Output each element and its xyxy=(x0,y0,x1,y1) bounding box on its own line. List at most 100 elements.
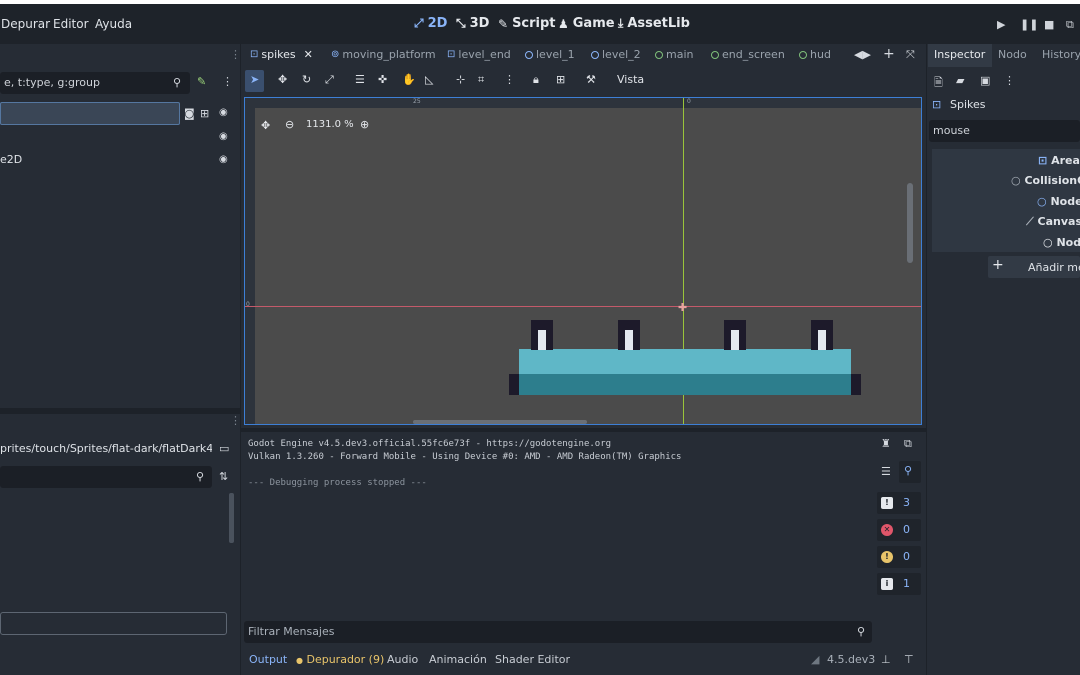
inspector-menu-icon[interactable]: ⋮ xyxy=(1004,74,1015,87)
node2d-icon: ○ xyxy=(1037,195,1047,208)
output-line: Godot Engine v4.5.dev3.official.55fc6e73… xyxy=(248,439,612,449)
zoom-level[interactable]: 1131.0 % xyxy=(306,119,354,130)
errors-counter[interactable]: ✕ 0 xyxy=(877,519,921,541)
zoom-in-icon[interactable]: ⊕ xyxy=(360,118,369,131)
menu-depurar[interactable]: Depurar xyxy=(1,17,50,31)
pause-icon[interactable]: ❚❚ xyxy=(1020,18,1038,31)
inherit-row[interactable]: ○ CollisionO xyxy=(1011,174,1080,187)
script-attach-icon[interactable]: ✎ xyxy=(197,75,206,88)
tab-spikes[interactable]: ⊡ spikes ✕ xyxy=(250,48,313,61)
viewport-hscrollbar[interactable] xyxy=(413,420,587,424)
tab-history[interactable]: History xyxy=(1042,48,1080,61)
tab-main[interactable]: main xyxy=(655,48,693,61)
tab-level-2[interactable]: level_2 xyxy=(591,48,641,61)
tab-animation[interactable]: Animación xyxy=(429,653,487,666)
select-mode-icon[interactable]: ➤ xyxy=(250,73,259,86)
remote-debug-icon[interactable]: ⧉ xyxy=(1066,18,1074,32)
tab-node[interactable]: Nodo xyxy=(998,48,1027,61)
workspace-2d-button[interactable]: ⤢ 2D xyxy=(414,16,447,31)
pan-mode-icon[interactable]: ✋ xyxy=(402,73,416,86)
visibility-eye-icon[interactable]: ◉ xyxy=(219,154,228,165)
scene-filter-input[interactable]: e, t:type, g:group xyxy=(0,72,190,94)
inherit-row[interactable]: ⊡ Area2 xyxy=(1038,154,1080,167)
save-icon[interactable]: ▣ xyxy=(980,74,990,87)
info-counter[interactable]: i1 xyxy=(877,573,921,595)
open-folder-icon[interactable]: ▰ xyxy=(956,74,964,87)
scene-menu-icon[interactable]: ⋮ xyxy=(222,75,233,88)
scene-tree-row-selected[interactable] xyxy=(0,102,180,125)
file-name-input[interactable] xyxy=(0,612,227,635)
new-resource-icon[interactable]: 🗎︎ xyxy=(934,74,943,93)
scene-tree-row[interactable]: e2D xyxy=(0,153,22,166)
dock-menu-icon[interactable]: ⋮ xyxy=(230,48,241,61)
inspected-object[interactable]: Spikes xyxy=(950,98,986,111)
rotate-mode-icon[interactable]: ↻ xyxy=(302,73,311,86)
search-toggle[interactable]: ⚲ xyxy=(899,461,921,483)
menu-editor[interactable]: Editor xyxy=(53,17,89,31)
visibility-eye-icon[interactable]: ◉ xyxy=(219,107,228,118)
collision-icon[interactable]: ◙ xyxy=(184,107,195,120)
tab-inspector[interactable]: Inspector xyxy=(934,48,985,61)
filesystem-scrollbar[interactable] xyxy=(229,493,234,543)
grid-snap-icon[interactable]: ⌗ xyxy=(478,73,484,87)
toggle-wrap-icon[interactable]: ☰ xyxy=(881,465,891,478)
tab-audio[interactable]: Audio xyxy=(387,653,418,666)
output-log[interactable]: Godot Engine v4.5.dev3.official.55fc6e73… xyxy=(248,438,868,490)
tab-output[interactable]: Output xyxy=(249,653,287,666)
tab-level-1[interactable]: level_1 xyxy=(525,48,575,61)
property-filter-input[interactable]: mouse xyxy=(929,120,1080,142)
clear-output-icon[interactable]: ♜ xyxy=(881,437,891,450)
inherit-row[interactable]: ⟋ Canvas xyxy=(1026,215,1080,229)
pivot-mode-icon[interactable]: ✜ xyxy=(378,73,387,86)
close-icon[interactable]: ✕ xyxy=(304,48,313,61)
messages-counter[interactable]: ! 3 xyxy=(877,492,921,514)
add-tab-icon[interactable]: + xyxy=(883,46,895,62)
warnings-counter[interactable]: ! 0 xyxy=(877,546,921,568)
group-icon[interactable]: ⊞ xyxy=(200,107,209,120)
workspace-3d-button[interactable]: ⤡ 3D xyxy=(456,16,489,31)
copy-output-icon[interactable]: ⧉ xyxy=(904,437,912,451)
snap-options-icon[interactable]: ⋮ xyxy=(504,73,515,86)
split-view-icon[interactable]: ▭ xyxy=(219,442,229,455)
filter-messages-input[interactable]: Filtrar Mensajes xyxy=(244,621,872,643)
workspace-game-button[interactable]: ♟ Game xyxy=(558,16,615,31)
list-select-icon[interactable]: ☰ xyxy=(355,73,365,86)
add-metadata-button[interactable]: + Añadir me xyxy=(988,256,1080,278)
inherit-row[interactable]: ○ Node xyxy=(1037,195,1080,208)
distraction-free-icon[interactable]: ⤧ xyxy=(906,48,915,62)
stop-icon[interactable]: ■ xyxy=(1044,18,1054,31)
ruler-mode-icon[interactable]: ◺ xyxy=(425,73,433,86)
sort-icon[interactable]: ⇅ xyxy=(219,470,228,483)
move-mode-icon[interactable]: ✥ xyxy=(278,73,287,86)
scale-mode-icon[interactable]: ⤢ xyxy=(325,73,334,87)
play-icon[interactable]: ▶ xyxy=(997,18,1005,31)
workspace-script-button[interactable]: ✎ Script xyxy=(498,16,556,31)
smart-snap-icon[interactable]: ⊹ xyxy=(456,73,465,86)
lock-icon[interactable]: 🔒︎ xyxy=(533,73,539,87)
canvas-viewport[interactable]: 25 0 0 ✥ ⊖ 1131.0 % ⊕ ✚ xyxy=(244,97,922,425)
collision-object-icon: ○ xyxy=(1011,174,1021,187)
file-filter-input[interactable] xyxy=(0,466,212,488)
view-menu-button[interactable]: Vista xyxy=(617,73,644,86)
tab-moving-platform[interactable]: ⊚ moving_platform xyxy=(331,48,436,61)
workspace-assetlib-button[interactable]: ⤓ AssetLib xyxy=(618,16,690,31)
skeleton-icon[interactable]: ⚒ xyxy=(586,73,596,86)
visibility-eye-icon[interactable]: ◉ xyxy=(219,131,228,142)
viewport-vscrollbar[interactable] xyxy=(907,183,913,263)
tab-hud[interactable]: hud xyxy=(799,48,831,61)
expand-panel-icon[interactable]: ⊤ xyxy=(904,653,914,666)
tab-level-end[interactable]: ⊡ level_end xyxy=(447,48,511,61)
zoom-out-icon[interactable]: ⊖ xyxy=(285,118,294,131)
dock-menu-icon[interactable]: ⋮ xyxy=(230,414,241,427)
group-nodes-icon[interactable]: ⊞ xyxy=(556,73,565,86)
menu-ayuda[interactable]: Ayuda xyxy=(95,17,132,31)
pin-icon[interactable]: ⊥ xyxy=(881,653,891,666)
area2d-icon: ⊡ xyxy=(447,49,456,60)
center-view-icon[interactable]: ✥ xyxy=(261,119,270,132)
tab-shader-editor[interactable]: Shader Editor xyxy=(495,653,570,666)
filesystem-path[interactable]: prites/touch/Sprites/flat-dark/flatDark4… xyxy=(0,442,212,455)
inherit-row[interactable]: ○ Nod xyxy=(1043,236,1080,249)
tab-debugger[interactable]: ● Depurador (9) xyxy=(296,653,384,666)
tab-scroll-left-icon[interactable]: ◀▶ xyxy=(854,48,871,61)
tab-end-screen[interactable]: end_screen xyxy=(711,48,785,61)
